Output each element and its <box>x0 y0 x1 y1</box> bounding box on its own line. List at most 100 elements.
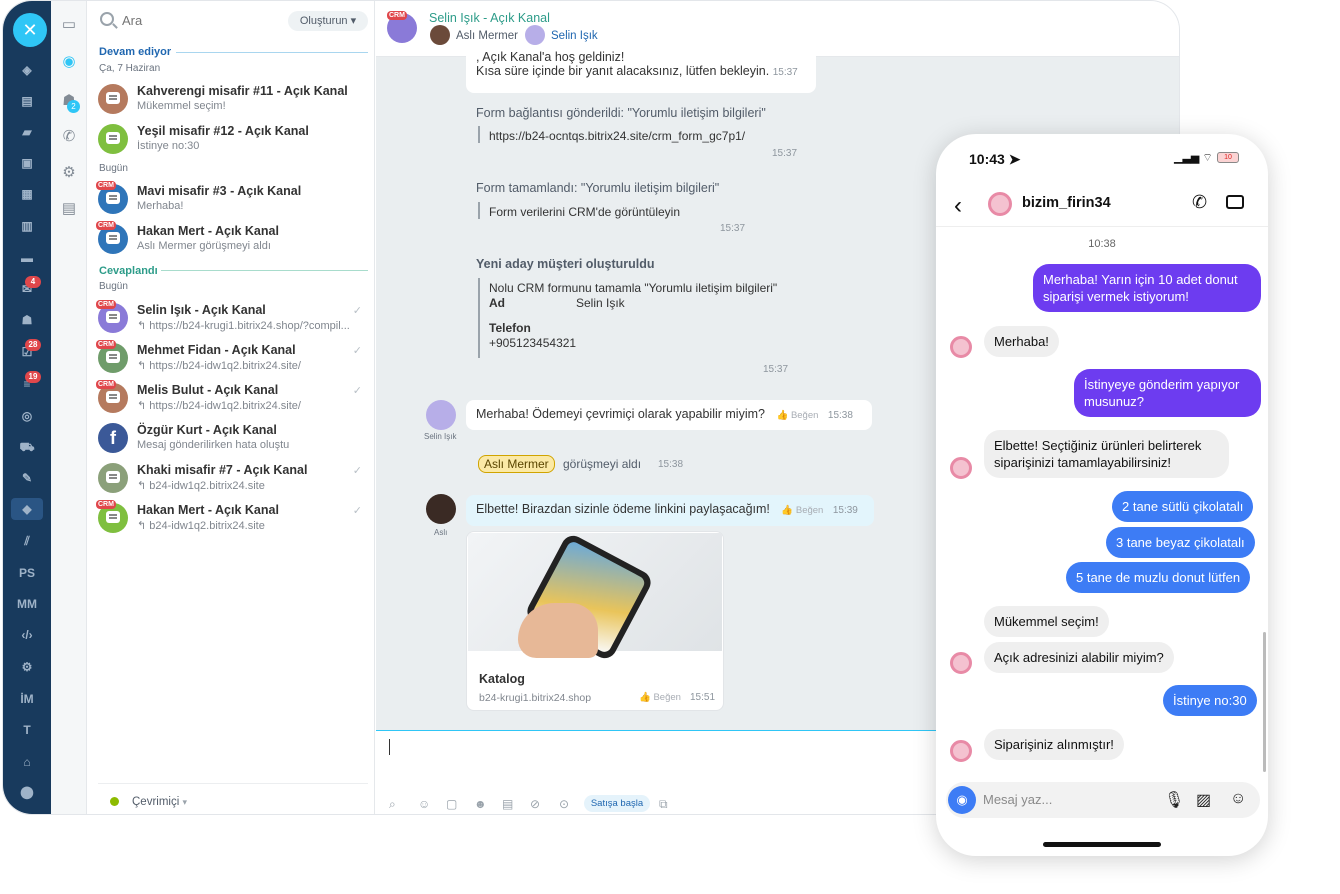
contact-avatar[interactable] <box>988 192 1012 216</box>
payment-icon[interactable]: ⊙ <box>559 797 569 811</box>
groups-icon[interactable]: ☗ <box>11 309 43 331</box>
drive-icon[interactable]: ▬ <box>11 247 43 269</box>
chat-title: Khaki misafir #7 - Açık Kanal <box>137 463 308 477</box>
message-text: Merhaba! Ödemeyi çevrimiçi olarak yapabi… <box>476 407 765 421</box>
chat-list-item[interactable]: f Özgür Kurt - Açık Kanal Mesaj gönderil… <box>98 421 368 459</box>
automation-icon[interactable]: ⫽ <box>11 530 43 552</box>
participant-name[interactable]: Selin Işık <box>551 30 598 42</box>
open-channels-icon[interactable]: ◉ <box>59 52 79 72</box>
back-icon[interactable]: ‹ <box>954 192 962 220</box>
crm-link[interactable]: Form verilerini CRM'de görüntüleyin <box>489 205 680 219</box>
chat-list-item[interactable]: CRM Mehmet Fidan - Açık Kanal ↰ https://… <box>96 340 368 379</box>
contact-name[interactable]: bizim_firin34 <box>1022 195 1111 211</box>
read-check-icon: ✓ <box>352 345 362 357</box>
add-list-icon[interactable]: ▤ <box>59 199 79 219</box>
clock-text: 10:43 <box>969 151 1005 167</box>
cart-icon[interactable]: ⛟ <box>11 436 43 458</box>
user-avatar[interactable] <box>430 25 450 45</box>
code-icon[interactable]: ‹/› <box>11 624 43 646</box>
video-call-icon[interactable] <box>1226 195 1244 209</box>
crm-badge: 19 <box>25 371 41 383</box>
robot-icon[interactable]: ⚙ <box>11 656 43 678</box>
crm-badge: CRM <box>96 300 116 309</box>
start-sale-button[interactable]: Satışa başla <box>584 795 650 812</box>
message-input[interactable]: Mesaj yaz... <box>983 792 1052 807</box>
user-avatar[interactable] <box>525 25 545 45</box>
calendar-icon[interactable]: ▦ <box>11 183 43 205</box>
chat-title: Mavi misafir #3 - Açık Kanal <box>137 184 302 198</box>
edit-icon[interactable]: ▢ <box>446 797 457 811</box>
chat-list-item[interactable]: Kahverengi misafir #11 - Açık Kanal Müke… <box>98 82 368 120</box>
quote-bar <box>478 278 480 358</box>
chat-preview: Aslı Mermer görüşmeyi aldı <box>137 240 271 252</box>
sign-icon[interactable]: ✎ <box>11 467 43 489</box>
message-input-bar[interactable]: ◉ Mesaj yaz... 🎙 ▨ ☺ <box>946 782 1260 818</box>
chat-title[interactable]: Selin Işık - Açık Kanal <box>429 11 550 25</box>
read-check-icon: ✓ <box>352 505 362 517</box>
read-check-icon: ✓ <box>352 385 362 397</box>
t-app[interactable]: T <box>11 719 43 741</box>
agent-avatar[interactable] <box>426 494 456 524</box>
chat-list-item[interactable]: CRM Mavi misafir #3 - Açık Kanal Merhaba… <box>96 181 368 220</box>
phone-icon[interactable]: ✆ <box>59 127 79 147</box>
chat-icon[interactable]: ▰ <box>11 121 43 143</box>
copy-icon[interactable]: ⧉ <box>659 797 668 812</box>
create-button[interactable]: Oluşturun ▾ <box>288 11 368 31</box>
catalog-link-card[interactable]: Katalog b24-krugi1.bitrix24.shop 👍 Beğen… <box>466 531 724 711</box>
microphone-icon[interactable]: 🎙 <box>1164 790 1184 810</box>
chat-list-item[interactable]: Khaki misafir #7 - Açık Kanal ↰ b24-idw1… <box>98 461 368 499</box>
hide-icon[interactable]: ⊘ <box>530 797 540 811</box>
gallery-icon[interactable]: ▨ <box>1196 790 1211 810</box>
dashboard-icon[interactable]: ◈ <box>11 59 43 81</box>
chat-avatar[interactable]: CRM <box>387 11 417 43</box>
contacts-icon[interactable]: ▣ <box>11 152 43 174</box>
settings-icon[interactable]: ⚙ <box>59 163 79 183</box>
chat-preview: Mesaj gönderilirken hata oluştu <box>137 439 290 451</box>
welcome-text: , Açık Kanal'a hoş geldiniz! <box>476 50 625 64</box>
template-icon[interactable]: ▤ <box>502 797 513 811</box>
user-icon[interactable]: ☺ <box>418 797 430 811</box>
participant-name[interactable]: Aslı Mermer <box>456 30 518 42</box>
chat-list-item[interactable]: Yeşil misafir #12 - Açık Kanal İstinye n… <box>98 122 368 160</box>
agent-tag[interactable]: Aslı Mermer <box>478 455 555 473</box>
scrollbar[interactable] <box>1263 632 1266 772</box>
outgoing-message: 2 tane sütlü çikolatalı <box>1112 491 1254 522</box>
chat-preview-text: https://b24-idw1q2.bitrix24.site/ <box>149 400 301 412</box>
form-link[interactable]: https://b24-ocntqs.bitrix24.site/crm_for… <box>489 129 745 143</box>
target-icon[interactable]: ◎ <box>11 405 43 427</box>
outgoing-message: 5 tane de muzlu donut lütfen <box>1066 562 1251 593</box>
like-button[interactable]: 👍 Beğen <box>639 692 681 703</box>
avatar <box>98 463 128 493</box>
chat-list-item[interactable]: CRM Hakan Mert - Açık Kanal Aslı Mermer … <box>96 221 368 260</box>
message-text: Elbette! Birazdan sizinle ödeme linkini … <box>476 502 770 516</box>
sticker-icon[interactable]: ☺ <box>1230 790 1246 808</box>
like-label: Beğen <box>795 505 824 516</box>
user-avatar[interactable] <box>426 400 456 430</box>
attach-icon[interactable]: ⌕ <box>389 797 396 812</box>
chats-icon[interactable]: ▭ <box>59 15 79 35</box>
im-app[interactable]: İM <box>11 688 43 710</box>
search-input[interactable] <box>122 13 272 28</box>
like-button[interactable]: 👍 Beğen <box>781 505 823 516</box>
smile-icon[interactable]: ☻ <box>474 797 487 811</box>
feed-icon[interactable]: ▤ <box>11 90 43 112</box>
box-icon[interactable]: ◆ <box>11 498 43 520</box>
camera-icon[interactable]: ◉ <box>948 786 976 814</box>
bank-icon[interactable]: ⌂ <box>11 751 43 773</box>
close-icon[interactable]: ✕ <box>13 13 47 47</box>
chat-list-item[interactable]: CRM Hakan Mert - Açık Kanal ↰ b24-idw1q2… <box>96 500 368 539</box>
status-selector[interactable]: Çevrimiçi ▾ <box>98 783 368 813</box>
ps-app[interactable]: PS <box>11 562 43 584</box>
chat-list-item[interactable]: CRM Selin Işık - Açık Kanal ↰ https://b2… <box>96 300 368 339</box>
outgoing-message: Merhaba! Yarın için 10 adet donut sipari… <box>1033 264 1261 312</box>
shield-icon[interactable]: ⬤ <box>11 781 43 803</box>
documents-icon[interactable]: ▥ <box>11 215 43 237</box>
header-divider <box>936 226 1268 227</box>
chat-list-item[interactable]: CRM Melis Bulut - Açık Kanal ↰ https://b… <box>96 380 368 419</box>
like-button[interactable]: 👍 Beğen <box>776 410 818 421</box>
field-value: Selin Işık <box>576 296 625 310</box>
call-icon[interactable]: ✆ <box>1192 192 1207 213</box>
chat-list-panel: Oluşturun ▾ Devam ediyor Ça, 7 Haziran K… <box>88 1 375 814</box>
mm-app[interactable]: MM <box>11 593 43 615</box>
section-answered: Cevaplandı <box>99 265 158 277</box>
